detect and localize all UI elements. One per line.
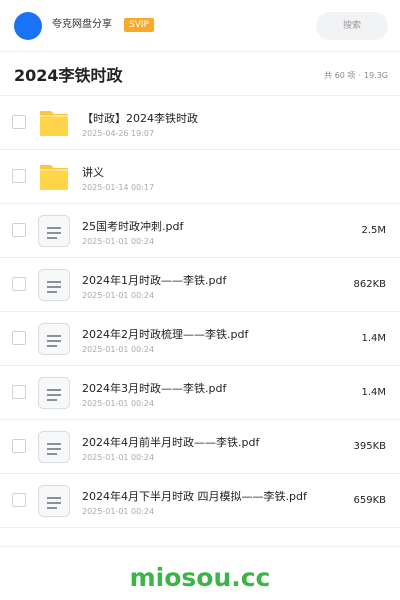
folder-icon <box>37 106 71 140</box>
sharer-name: 夸克网盘分享 <box>52 19 112 30</box>
file-name[interactable]: 2024年3月时政——李铁.pdf <box>82 382 226 396</box>
file-size: 659KB <box>353 495 386 506</box>
file-name[interactable]: 【时政】2024李铁时政 <box>82 112 198 126</box>
select-checkbox[interactable] <box>12 223 26 237</box>
file-date: 2025-01-01 00:24 <box>82 507 155 516</box>
top-bar: 夸克网盘分享 SVIP 搜索 <box>0 0 400 52</box>
select-checkbox[interactable] <box>12 385 26 399</box>
file-name[interactable]: 25国考时政冲刺.pdf <box>82 220 183 234</box>
file-name[interactable]: 2024年1月时政——李铁.pdf <box>82 274 226 288</box>
file-date: 2025-01-01 00:24 <box>82 237 155 246</box>
file-size: 1.4M <box>361 387 386 398</box>
list-item[interactable]: 2024年4月下半月时政 四月模拟——李铁.pdf 2025-01-01 00:… <box>0 474 400 528</box>
bottom-divider <box>0 546 400 547</box>
pdf-file-icon <box>37 484 71 518</box>
file-date: 2025-01-14 00:17 <box>82 183 155 192</box>
pdf-file-icon <box>37 376 71 410</box>
file-list: 【时政】2024李铁时政 2025-04-26 19:07 讲义 2025-01… <box>0 96 400 528</box>
svip-badge: SVIP <box>124 18 154 32</box>
select-checkbox[interactable] <box>12 331 26 345</box>
file-date: 2025-04-26 19:07 <box>82 129 155 138</box>
pdf-file-icon <box>37 430 71 464</box>
folder-header: 2024李铁时政 共 60 项 · 19.3G <box>0 56 400 96</box>
watermark: miosou.cc <box>129 563 271 592</box>
summary-separator: · <box>358 71 361 80</box>
file-date: 2025-01-01 00:24 <box>82 291 155 300</box>
file-name[interactable]: 2024年4月下半月时政 四月模拟——李铁.pdf <box>82 490 307 504</box>
total-size: 19.3G <box>363 71 388 80</box>
avatar[interactable] <box>14 12 42 40</box>
file-size: 1.4M <box>361 333 386 344</box>
select-checkbox[interactable] <box>12 115 26 129</box>
file-name[interactable]: 2024年4月前半月时政——李铁.pdf <box>82 436 259 450</box>
file-name[interactable]: 讲义 <box>82 166 104 180</box>
list-item[interactable]: 2024年1月时政——李铁.pdf 2025-01-01 00:24 862KB <box>0 258 400 312</box>
list-item[interactable]: 2024年2月时政梳理——李铁.pdf 2025-01-01 00:24 1.4… <box>0 312 400 366</box>
file-size: 862KB <box>353 279 386 290</box>
search-input[interactable]: 搜索 <box>316 12 388 40</box>
file-date: 2025-01-01 00:24 <box>82 399 155 408</box>
list-item[interactable]: 2024年3月时政——李铁.pdf 2025-01-01 00:24 1.4M <box>0 366 400 420</box>
file-date: 2025-01-01 00:24 <box>82 453 155 462</box>
list-item[interactable]: 【时政】2024李铁时政 2025-04-26 19:07 <box>0 96 400 150</box>
file-date: 2025-01-01 00:24 <box>82 345 155 354</box>
folder-summary: 共 60 项 · 19.3G <box>324 70 388 82</box>
file-size: 395KB <box>353 441 386 452</box>
select-checkbox[interactable] <box>12 169 26 183</box>
file-size: 2.5M <box>361 225 386 236</box>
list-item[interactable]: 讲义 2025-01-14 00:17 <box>0 150 400 204</box>
select-checkbox[interactable] <box>12 277 26 291</box>
item-count: 共 60 项 <box>324 71 356 80</box>
list-item[interactable]: 25国考时政冲刺.pdf 2025-01-01 00:24 2.5M <box>0 204 400 258</box>
select-checkbox[interactable] <box>12 493 26 507</box>
folder-icon <box>37 160 71 194</box>
file-name[interactable]: 2024年2月时政梳理——李铁.pdf <box>82 328 248 342</box>
page-title: 2024李铁时政 <box>14 66 123 85</box>
pdf-file-icon <box>37 322 71 356</box>
pdf-file-icon <box>37 214 71 248</box>
select-checkbox[interactable] <box>12 439 26 453</box>
list-item[interactable]: 2024年4月前半月时政——李铁.pdf 2025-01-01 00:24 39… <box>0 420 400 474</box>
pdf-file-icon <box>37 268 71 302</box>
